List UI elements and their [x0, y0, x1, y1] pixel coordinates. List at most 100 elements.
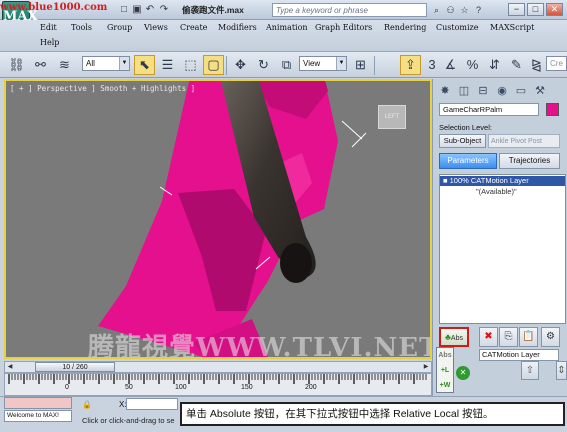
- object-color-swatch[interactable]: [546, 103, 559, 116]
- track-bar[interactable]: 0 50 100 150 200: [4, 373, 432, 396]
- copy-layer-icon[interactable]: ⎘: [499, 327, 518, 347]
- time-slider[interactable]: ◀ 10 / 260 ▶: [4, 361, 432, 373]
- modify-panel-icon[interactable]: ◫: [456, 83, 472, 99]
- menu-create[interactable]: Create: [180, 23, 207, 32]
- time-slider-thumb[interactable]: 10 / 260: [35, 362, 115, 372]
- create-selection-set-field[interactable]: Cre: [546, 56, 567, 71]
- tab-parameters[interactable]: Parameters: [439, 153, 497, 169]
- rectangular-selection-icon[interactable]: ⬚: [180, 55, 201, 75]
- tick-label: 100: [175, 384, 187, 391]
- menu-rendering[interactable]: Rendering: [384, 23, 426, 32]
- close-button[interactable]: ✕: [546, 3, 563, 16]
- flyout-relative-local[interactable]: +L: [437, 364, 453, 378]
- menu-modifiers[interactable]: Modifiers: [218, 23, 257, 32]
- motion-panel-icon[interactable]: ◉: [494, 83, 510, 99]
- maxscript-listener-mini[interactable]: [4, 397, 72, 409]
- object-name-field[interactable]: GameCharRPalm: [439, 103, 539, 116]
- display-panel-icon[interactable]: ▭: [513, 83, 529, 99]
- next-frame-icon[interactable]: ▶: [421, 362, 431, 372]
- layer-name-field[interactable]: CATMotion Layer: [479, 349, 559, 361]
- scroll-icon[interactable]: ⇕: [556, 361, 567, 380]
- scale-icon[interactable]: ⧉: [276, 55, 297, 75]
- layer-toggle-icon[interactable]: ■: [443, 176, 448, 185]
- scene-render: [98, 81, 367, 357]
- create-panel-icon[interactable]: ✸: [437, 83, 453, 99]
- sub-object-button[interactable]: Sub-Object: [439, 134, 486, 148]
- app-window: □ ▣ ↶ ↷ 偷袭跑文件.max Type a keyword or phra…: [0, 0, 567, 432]
- minimize-button[interactable]: −: [508, 3, 525, 16]
- redo-icon[interactable]: ↷: [158, 4, 170, 16]
- undo-icon[interactable]: ↶: [144, 4, 156, 16]
- transform-up-icon[interactable]: ⇧: [521, 361, 539, 380]
- binoculars-icon[interactable]: ⚇: [444, 4, 457, 16]
- flyout-relative-world[interactable]: +W: [437, 379, 453, 393]
- x-coordinate-field[interactable]: [126, 398, 178, 410]
- menu-graph-editors[interactable]: Graph Editors: [315, 23, 372, 32]
- viewport-label[interactable]: [ + ] Perspective ] Smooth + Highlights …: [10, 84, 195, 93]
- menu-tools[interactable]: Tools: [71, 23, 92, 32]
- menu-customize[interactable]: Customize: [436, 23, 479, 32]
- select-by-name-icon[interactable]: ☰: [157, 55, 178, 75]
- star-icon[interactable]: ☆: [458, 4, 471, 16]
- save-icon[interactable]: ▣: [131, 4, 143, 16]
- manipulate-icon[interactable]: ⇪: [400, 55, 421, 75]
- green-layer-icon[interactable]: ✕: [456, 366, 470, 380]
- mirror-icon[interactable]: ⧎: [526, 55, 547, 75]
- layer-item-label: 100% CATMotion Layer: [449, 176, 529, 185]
- layer-list-item-selected[interactable]: ■ 100% CATMotion Layer: [440, 176, 565, 186]
- select-and-link-icon[interactable]: ⛓: [6, 55, 27, 75]
- toolbar-divider: [226, 56, 227, 75]
- selection-filter-dropdown[interactable]: All ▼: [82, 56, 130, 71]
- sub-object-dropdown[interactable]: Ankle Pivot Post: [488, 134, 560, 148]
- maximize-button[interactable]: □: [527, 3, 544, 16]
- select-object-icon[interactable]: ⬉: [134, 55, 155, 75]
- maxscript-output[interactable]: Welcome to MAX!: [4, 410, 72, 422]
- tick-label: 50: [125, 384, 133, 391]
- layer-list-item-available[interactable]: "(Available)": [476, 187, 517, 196]
- log-end: [280, 243, 312, 283]
- unlink-icon[interactable]: ⚯: [30, 55, 51, 75]
- trajectory-line: [341, 120, 363, 140]
- selection-lock-icon[interactable]: 🔒: [82, 399, 92, 410]
- abs-flyout-menu[interactable]: Abs +L +W: [436, 347, 454, 393]
- snap-3d-icon[interactable]: 3: [424, 55, 440, 75]
- selection-level-label: Selection Level:: [439, 123, 492, 132]
- menu-animation[interactable]: Animation: [266, 23, 308, 32]
- menu-edit[interactable]: Edit: [40, 23, 57, 32]
- instruction-callout: 单击 Absolute 按钮，在其下拉式按钮中选择 Relative Local…: [180, 402, 565, 426]
- angle-snap-icon[interactable]: ∡: [440, 55, 461, 75]
- menu-views[interactable]: Views: [144, 23, 168, 32]
- help-icon[interactable]: ?: [472, 4, 485, 16]
- edit-named-selections-icon[interactable]: ✎: [506, 55, 527, 75]
- pivot-center-icon[interactable]: ⊞: [350, 55, 371, 75]
- flyout-abs[interactable]: Abs: [437, 349, 453, 363]
- absolute-button[interactable]: ♣Abs: [439, 327, 469, 347]
- tab-trajectories[interactable]: Trajectories: [499, 153, 560, 169]
- bind-space-warp-icon[interactable]: ≋: [54, 55, 75, 75]
- reference-coord-dropdown[interactable]: View ▼: [299, 56, 347, 71]
- utilities-panel-icon[interactable]: ⚒: [532, 83, 548, 99]
- track-ruler: [8, 374, 427, 384]
- previous-frame-icon[interactable]: ◀: [5, 362, 15, 372]
- menu-maxscript[interactable]: MAXScript: [490, 23, 534, 32]
- help-search-input[interactable]: Type a keyword or phrase: [272, 3, 427, 17]
- search-icon[interactable]: ⌕: [430, 4, 443, 16]
- new-file-icon[interactable]: □: [118, 4, 130, 16]
- viewcube[interactable]: LEFT: [378, 105, 406, 129]
- menu-group[interactable]: Group: [107, 23, 132, 32]
- rotate-icon[interactable]: ↻: [253, 55, 274, 75]
- hierarchy-panel-icon[interactable]: ⊟: [475, 83, 491, 99]
- spinner-snap-icon[interactable]: ⇵: [484, 55, 505, 75]
- move-icon[interactable]: ✥: [230, 55, 251, 75]
- layer-settings-icon[interactable]: ⚙: [541, 327, 560, 347]
- tick-label: 150: [241, 384, 253, 391]
- chevron-down-icon: ▼: [119, 57, 129, 70]
- window-crossing-icon[interactable]: ▢: [203, 55, 224, 75]
- layer-list[interactable]: ■ 100% CATMotion Layer "(Available)": [439, 174, 566, 324]
- perspective-viewport[interactable]: [ + ] Perspective ] Smooth + Highlights …: [4, 79, 432, 359]
- site-watermark: www.blue1000.com: [0, 2, 108, 13]
- percent-snap-icon[interactable]: %: [462, 55, 483, 75]
- menu-help[interactable]: Help: [40, 38, 59, 47]
- remove-layer-icon[interactable]: ✖: [479, 327, 498, 347]
- paste-layer-icon[interactable]: 📋: [519, 327, 538, 347]
